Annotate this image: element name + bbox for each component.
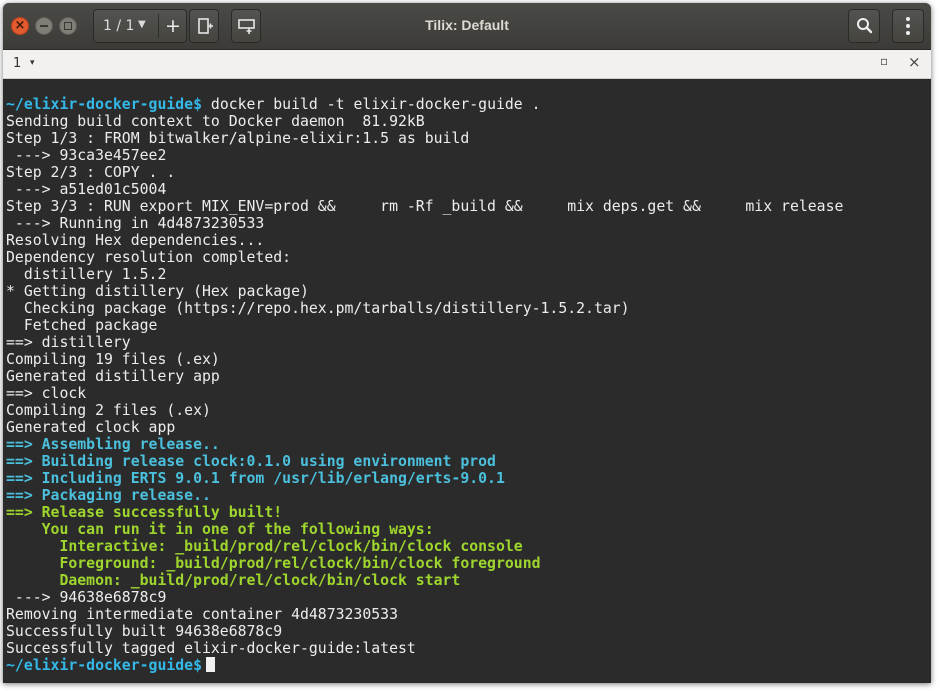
- terminal-line: Interactive: _build/prod/rel/clock/bin/c…: [6, 538, 843, 555]
- terminal-line: Successfully built 94638e6878c9: [6, 623, 843, 640]
- terminal-lines: ~/elixir-docker-guide$ docker build -t e…: [6, 96, 843, 674]
- shell-prompt: ~/elixir-docker-guide$: [6, 657, 202, 674]
- terminal-line-text: ==> Assembling release..: [6, 436, 220, 453]
- terminal-line-text: ---> 94638e6878c9: [6, 589, 167, 606]
- terminal-line-text: Generated distillery app: [6, 368, 220, 385]
- terminal-line: ---> a51ed01c5004: [6, 181, 843, 198]
- terminal-line-text: Step 1/3 : FROM bitwalker/alpine-elixir:…: [6, 130, 470, 147]
- terminal-line-text: Compiling 2 files (.ex): [6, 402, 211, 419]
- terminal-line: Compiling 2 files (.ex): [6, 402, 843, 419]
- terminal-close-button[interactable]: ×: [908, 53, 921, 71]
- terminal-line: Foreground: _build/prod/rel/clock/bin/cl…: [6, 555, 843, 572]
- terminal-line: Checking package (https://repo.hex.pm/ta…: [6, 300, 843, 317]
- search-icon: [857, 18, 873, 34]
- terminal-line-text: ==> Release successfully built!: [6, 504, 283, 521]
- terminal-line-text: Compiling 19 files (.ex): [6, 351, 220, 368]
- terminal-line-text: Step 3/3 : RUN export MIX_ENV=prod && rm…: [6, 198, 844, 215]
- terminal-line: ==> distillery: [6, 334, 843, 351]
- terminal-line-text: Daemon: _build/prod/rel/clock/bin/clock …: [6, 572, 461, 589]
- terminal-line: ==> Building release clock:0.1.0 using e…: [6, 453, 843, 470]
- terminal-line: ==> Assembling release..: [6, 436, 843, 453]
- app-menu-button[interactable]: [892, 9, 924, 43]
- terminal-line: ==> Release successfully built!: [6, 504, 843, 521]
- terminal-line-text: Successfully built 94638e6878c9: [6, 623, 283, 640]
- terminal-line: * Getting distillery (Hex package): [6, 283, 843, 300]
- terminal-line: Sending build context to Docker daemon 8…: [6, 113, 843, 130]
- terminal-line-text: docker build -t elixir-docker-guide .: [202, 96, 541, 113]
- terminal-line-text: Checking package (https://repo.hex.pm/ta…: [6, 300, 630, 317]
- terminal-line-text: Removing intermediate container 4d487323…: [6, 606, 398, 623]
- terminal-line: ==> Including ERTS 9.0.1 from /usr/lib/e…: [6, 470, 843, 487]
- terminal-line: ==> Packaging release..: [6, 487, 843, 504]
- terminal-line: Resolving Hex dependencies...: [6, 232, 843, 249]
- terminal-line-text: Generated clock app: [6, 419, 176, 436]
- terminal-line-text: Resolving Hex dependencies...: [6, 232, 265, 249]
- terminal-line: ~/elixir-docker-guide$ docker build -t e…: [6, 96, 843, 113]
- terminal-line: ---> Running in 4d4873230533: [6, 215, 843, 232]
- terminal-line-text: ==> distillery: [6, 334, 131, 351]
- terminal-line: You can run it in one of the following w…: [6, 521, 843, 538]
- terminal-line: Fetched package: [6, 317, 843, 334]
- terminal-line-text: Sending build context to Docker daemon 8…: [6, 113, 425, 130]
- terminal-line-text: ==> clock: [6, 385, 87, 402]
- terminal-line: Step 3/3 : RUN export MIX_ENV=prod && rm…: [6, 198, 843, 215]
- tilix-window: × 1 / 1 ▼ + Tilix: Default 1 ▾ ▫ × ~/eli…: [3, 3, 931, 683]
- terminal-line-text: Step 2/3 : COPY . .: [6, 164, 176, 181]
- terminal-line-text: Foreground: _build/prod/rel/clock/bin/cl…: [6, 555, 541, 572]
- terminal-line-text: Dependency resolution completed:: [6, 249, 292, 266]
- terminal-line-text: ==> Including ERTS 9.0.1 from /usr/lib/e…: [6, 470, 505, 487]
- terminal-line: Dependency resolution completed:: [6, 249, 843, 266]
- text-cursor: [206, 657, 215, 672]
- terminal-line-text: ---> a51ed01c5004: [6, 181, 167, 198]
- terminal-line: ==> clock: [6, 385, 843, 402]
- terminal-line-text: ---> 93ca3e457ee2: [6, 147, 167, 164]
- terminal-line-text: ---> Running in 4d4873230533: [6, 215, 265, 232]
- terminal-title[interactable]: 1: [13, 56, 21, 71]
- terminal-line: ---> 94638e6878c9: [6, 589, 843, 606]
- terminal-maximize-button[interactable]: ▫: [880, 54, 888, 68]
- terminal-line: ---> 93ca3e457ee2: [6, 147, 843, 164]
- terminal-line-text: Fetched package: [6, 317, 158, 334]
- title-bar[interactable]: × 1 / 1 ▼ + Tilix: Default: [3, 3, 931, 50]
- terminal-title-bar: 1 ▾ ▫ ×: [3, 50, 931, 79]
- terminal-line: Compiling 19 files (.ex): [6, 351, 843, 368]
- terminal-line: distillery 1.5.2: [6, 266, 843, 283]
- terminal-line-text: Interactive: _build/prod/rel/clock/bin/c…: [6, 538, 523, 555]
- terminal-menu-chevron-icon[interactable]: ▾: [30, 58, 35, 68]
- terminal-line-text: distillery 1.5.2: [6, 266, 167, 283]
- terminal-line: Successfully tagged elixir-docker-guide:…: [6, 640, 843, 657]
- terminal-line-text: ==> Building release clock:0.1.0 using e…: [6, 453, 496, 470]
- terminal-line: Step 2/3 : COPY . .: [6, 164, 843, 181]
- terminal-line: ~/elixir-docker-guide$: [6, 657, 843, 674]
- terminal-line-text: ==> Packaging release..: [6, 487, 211, 504]
- terminal-line-text: You can run it in one of the following w…: [6, 521, 434, 538]
- terminal-line: Generated distillery app: [6, 368, 843, 385]
- shell-prompt: ~/elixir-docker-guide$: [6, 96, 202, 113]
- terminal-line: Generated clock app: [6, 419, 843, 436]
- window-title: Tilix: Default: [425, 17, 509, 33]
- terminal-output[interactable]: ~/elixir-docker-guide$ docker build -t e…: [3, 79, 931, 683]
- kebab-menu-icon: [906, 17, 910, 35]
- terminal-line-text: Successfully tagged elixir-docker-guide:…: [6, 640, 416, 657]
- terminal-line: Removing intermediate container 4d487323…: [6, 606, 843, 623]
- terminal-line: Daemon: _build/prod/rel/clock/bin/clock …: [6, 572, 843, 589]
- terminal-line-text: * Getting distillery (Hex package): [6, 283, 309, 300]
- terminal-line: Step 1/3 : FROM bitwalker/alpine-elixir:…: [6, 130, 843, 147]
- find-button[interactable]: [848, 9, 880, 43]
